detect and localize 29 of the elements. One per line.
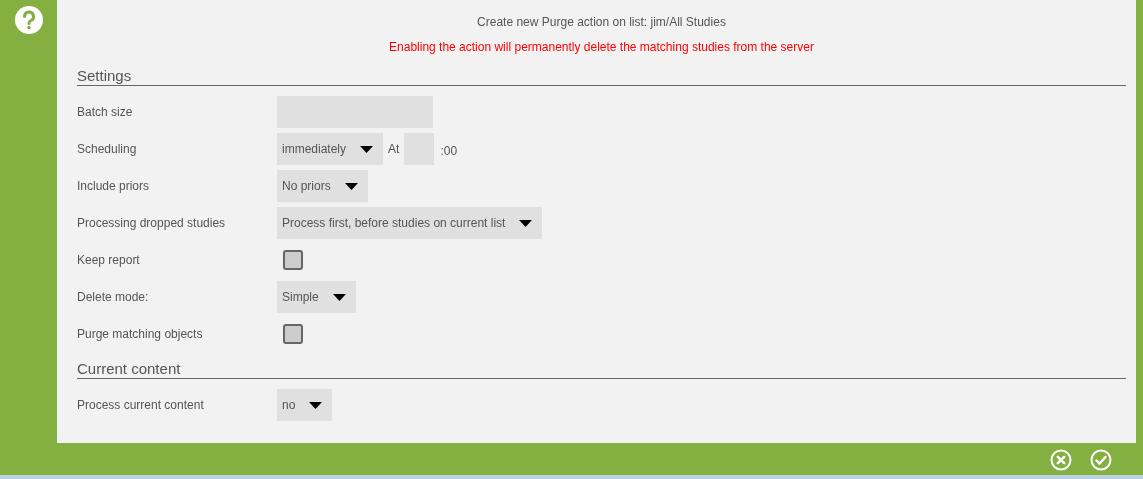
dropdown[interactable]: no	[277, 389, 333, 421]
caret-icon	[519, 219, 533, 227]
field-label: Process current content	[77, 397, 205, 414]
confirm-icon[interactable]	[1090, 449, 1112, 471]
dropdown[interactable]: immediately	[277, 133, 384, 165]
checkbox[interactable]	[283, 324, 303, 344]
section-heading: Current content	[77, 360, 1126, 379]
field-label: Purge matching objects	[77, 326, 204, 343]
field-label: Scheduling	[77, 141, 138, 158]
caret-icon	[309, 401, 323, 409]
minutes-label: :00	[440, 143, 458, 160]
dialog-title: Create new Purge action on list: jim/All Studies	[477, 14, 726, 30]
field-label: Processing dropped studies	[77, 215, 227, 232]
checkbox[interactable]	[283, 250, 303, 270]
cancel-icon[interactable]	[1050, 449, 1072, 471]
dropdown[interactable]: Simple	[277, 281, 356, 313]
caret-icon	[332, 293, 346, 301]
field-label: Include priors	[77, 178, 151, 195]
warning-text: Enabling the action will permanently delete the matching studies from the server	[389, 39, 814, 55]
field-label: Batch size	[77, 104, 134, 121]
field-label: Keep report	[77, 252, 141, 269]
at-label: At	[388, 141, 400, 158]
help-icon[interactable]	[14, 6, 43, 34]
dropdown[interactable]: No priors	[277, 170, 368, 202]
caret-icon	[344, 182, 358, 190]
field-label: Delete mode:	[77, 289, 150, 306]
dropdown[interactable]: Process first, before studies on current list	[277, 207, 543, 239]
caret-icon	[360, 145, 374, 153]
section-heading: Settings	[77, 67, 1126, 86]
